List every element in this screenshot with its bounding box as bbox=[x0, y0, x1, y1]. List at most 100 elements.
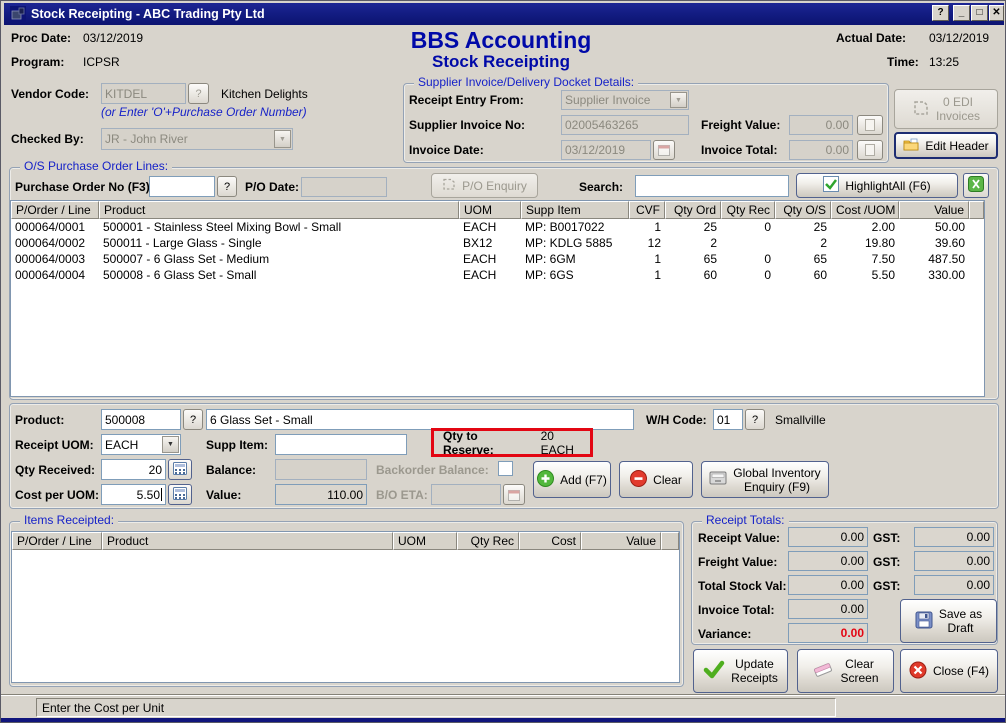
items-receipted-table[interactable]: P/Order / LineProductUOMQty RecCostValue bbox=[12, 532, 679, 550]
status-bar: Enter the Cost per Unit bbox=[36, 698, 836, 717]
receipt-entry-from-label: Receipt Entry From: bbox=[409, 93, 524, 107]
receipt-uom-dropdown[interactable]: EACH ▼ bbox=[101, 434, 181, 455]
invoice-total-calc-icon[interactable] bbox=[857, 140, 883, 160]
receipt-value-field[interactable]: 0.00 bbox=[788, 527, 868, 547]
edi-invoices-button[interactable]: 0 EDIInvoices bbox=[894, 89, 998, 129]
column-header[interactable]: UOM bbox=[393, 532, 457, 550]
wh-code-field[interactable]: 01 bbox=[713, 409, 743, 430]
product-lookup-button[interactable]: ? bbox=[183, 409, 203, 430]
check-icon bbox=[703, 660, 725, 682]
chevron-down-icon[interactable]: ▼ bbox=[274, 130, 291, 148]
column-header[interactable]: Cost bbox=[519, 532, 581, 550]
product-desc-field[interactable]: 6 Glass Set - Small bbox=[206, 409, 634, 430]
column-header[interactable]: P/Order / Line bbox=[12, 532, 102, 550]
column-header[interactable]: Qty O/S bbox=[775, 201, 831, 219]
program-label: Program: bbox=[11, 55, 64, 69]
freight-value-field[interactable]: 0.00 bbox=[789, 115, 853, 135]
minimize-button[interactable]: _ bbox=[953, 5, 970, 21]
cost-per-uom-label: Cost per UOM: bbox=[15, 488, 99, 502]
checked-by-dropdown[interactable]: JR - John River ▼ bbox=[101, 128, 293, 150]
export-excel-button[interactable] bbox=[963, 173, 989, 198]
highlight-all-button[interactable]: HighlightAll (F6) bbox=[796, 173, 958, 198]
title-bar[interactable]: Stock Receipting - ABC Trading Pty Ltd bbox=[4, 3, 1004, 25]
balance-field[interactable] bbox=[275, 459, 367, 480]
invoice-date-field[interactable]: 03/12/2019 bbox=[561, 140, 651, 160]
freight-total-field[interactable]: 0.00 bbox=[788, 551, 868, 571]
edit-header-button[interactable]: Edit Header bbox=[894, 132, 998, 159]
table-row[interactable]: 000064/0002500011 - Large Glass - Single… bbox=[11, 235, 984, 251]
receipt-entry-from-dropdown[interactable]: Supplier Invoice ▼ bbox=[561, 90, 689, 110]
items-receipted-table-container: P/Order / LineProductUOMQty RecCostValue bbox=[11, 531, 680, 683]
column-header[interactable]: P/Order / Line bbox=[11, 201, 99, 219]
table-row[interactable]: 000064/0003500007 - 6 Glass Set - Medium… bbox=[11, 251, 984, 267]
vendor-name: Kitchen Delights bbox=[221, 87, 308, 101]
freight-calc-icon[interactable] bbox=[857, 115, 883, 135]
vendor-lookup-button[interactable]: ? bbox=[188, 83, 209, 104]
vendor-code-field[interactable]: KITDEL bbox=[101, 83, 186, 104]
column-header[interactable]: CVF bbox=[629, 201, 665, 219]
gst1-field[interactable]: 0.00 bbox=[914, 527, 994, 547]
chevron-down-icon[interactable]: ▼ bbox=[670, 92, 687, 108]
save-as-draft-button[interactable]: Save asDraft bbox=[900, 599, 997, 643]
column-header[interactable]: Product bbox=[102, 532, 393, 550]
po-enquiry-button[interactable]: P/O Enquiry bbox=[431, 173, 538, 198]
cost-per-uom-field[interactable]: 5.50 bbox=[101, 484, 166, 505]
gst-label: GST: bbox=[873, 555, 900, 569]
supp-item-field[interactable] bbox=[275, 434, 407, 455]
table-row[interactable]: 000064/0004500008 - 6 Glass Set - SmallE… bbox=[11, 267, 984, 283]
column-header[interactable]: Qty Ord bbox=[665, 201, 721, 219]
app-window: Stock Receipting - ABC Trading Pty Ltd ?… bbox=[0, 0, 1006, 723]
clear-screen-button[interactable]: ClearScreen bbox=[797, 649, 894, 693]
po-date-field[interactable] bbox=[301, 177, 387, 197]
supp-item-label: Supp Item: bbox=[206, 438, 268, 452]
po-no-field[interactable] bbox=[149, 176, 215, 197]
backorder-balance-checkbox[interactable] bbox=[498, 461, 513, 476]
clear-icon bbox=[630, 470, 647, 490]
invoice-total-field[interactable]: 0.00 bbox=[789, 140, 853, 160]
supplier-invoice-no-field[interactable]: 02005463265 bbox=[561, 115, 689, 135]
close-window-button[interactable]: ✕ bbox=[989, 5, 1004, 21]
chevron-down-icon[interactable]: ▼ bbox=[162, 436, 179, 453]
variance-field[interactable]: 0.00 bbox=[788, 623, 868, 643]
maximize-button[interactable]: □ bbox=[971, 5, 988, 21]
column-header[interactable]: Value bbox=[899, 201, 969, 219]
bo-eta-field[interactable] bbox=[431, 484, 501, 505]
column-header[interactable]: Qty Rec bbox=[457, 532, 519, 550]
qty-received-field[interactable]: 20 bbox=[101, 459, 166, 480]
gst-label: GST: bbox=[873, 579, 900, 593]
column-header[interactable] bbox=[661, 532, 679, 550]
column-header[interactable]: Value bbox=[581, 532, 661, 550]
po-lines-table[interactable]: P/Order / LineProductUOMSupp ItemCVFQty … bbox=[11, 201, 984, 283]
product-field[interactable]: 500008 bbox=[101, 409, 181, 430]
close-button[interactable]: Close (F4) bbox=[900, 649, 998, 693]
column-header[interactable]: Qty Rec bbox=[721, 201, 775, 219]
po-lookup-button[interactable]: ? bbox=[217, 176, 237, 197]
search-input[interactable] bbox=[635, 175, 789, 197]
po-date-label: P/O Date: bbox=[245, 180, 299, 194]
calendar-icon[interactable] bbox=[653, 140, 675, 160]
column-header[interactable]: Cost /UOM bbox=[831, 201, 899, 219]
help-button[interactable]: ? bbox=[932, 5, 949, 21]
cost-calculator-button[interactable] bbox=[168, 484, 192, 505]
clear-button[interactable]: Clear bbox=[619, 461, 693, 498]
invoice-total-sum-field[interactable]: 0.00 bbox=[788, 599, 868, 619]
qty-calculator-button[interactable] bbox=[168, 459, 192, 480]
add-button[interactable]: Add (F7) bbox=[533, 461, 611, 498]
wh-lookup-button[interactable]: ? bbox=[745, 409, 765, 430]
column-header[interactable]: Product bbox=[99, 201, 459, 219]
gst3-field[interactable]: 0.00 bbox=[914, 575, 994, 595]
app-brand-title: BBS Accounting bbox=[331, 27, 671, 54]
bo-eta-calendar-icon[interactable] bbox=[503, 484, 525, 505]
vendor-code-label: Vendor Code: bbox=[11, 87, 89, 101]
table-row[interactable]: 000064/0001500001 - Stainless Steel Mixi… bbox=[11, 219, 984, 235]
value-field[interactable]: 110.00 bbox=[275, 484, 367, 505]
program-value: ICPSR bbox=[83, 55, 120, 69]
column-header[interactable]: UOM bbox=[459, 201, 521, 219]
total-stock-field[interactable]: 0.00 bbox=[788, 575, 868, 595]
gst2-field[interactable]: 0.00 bbox=[914, 551, 994, 571]
update-receipts-button[interactable]: UpdateReceipts bbox=[693, 649, 788, 693]
column-header[interactable] bbox=[969, 201, 984, 219]
column-header[interactable]: Supp Item bbox=[521, 201, 629, 219]
global-inventory-enquiry-button[interactable]: Global InventoryEnquiry (F9) bbox=[701, 461, 829, 498]
bo-eta-label: B/O ETA: bbox=[376, 488, 428, 502]
